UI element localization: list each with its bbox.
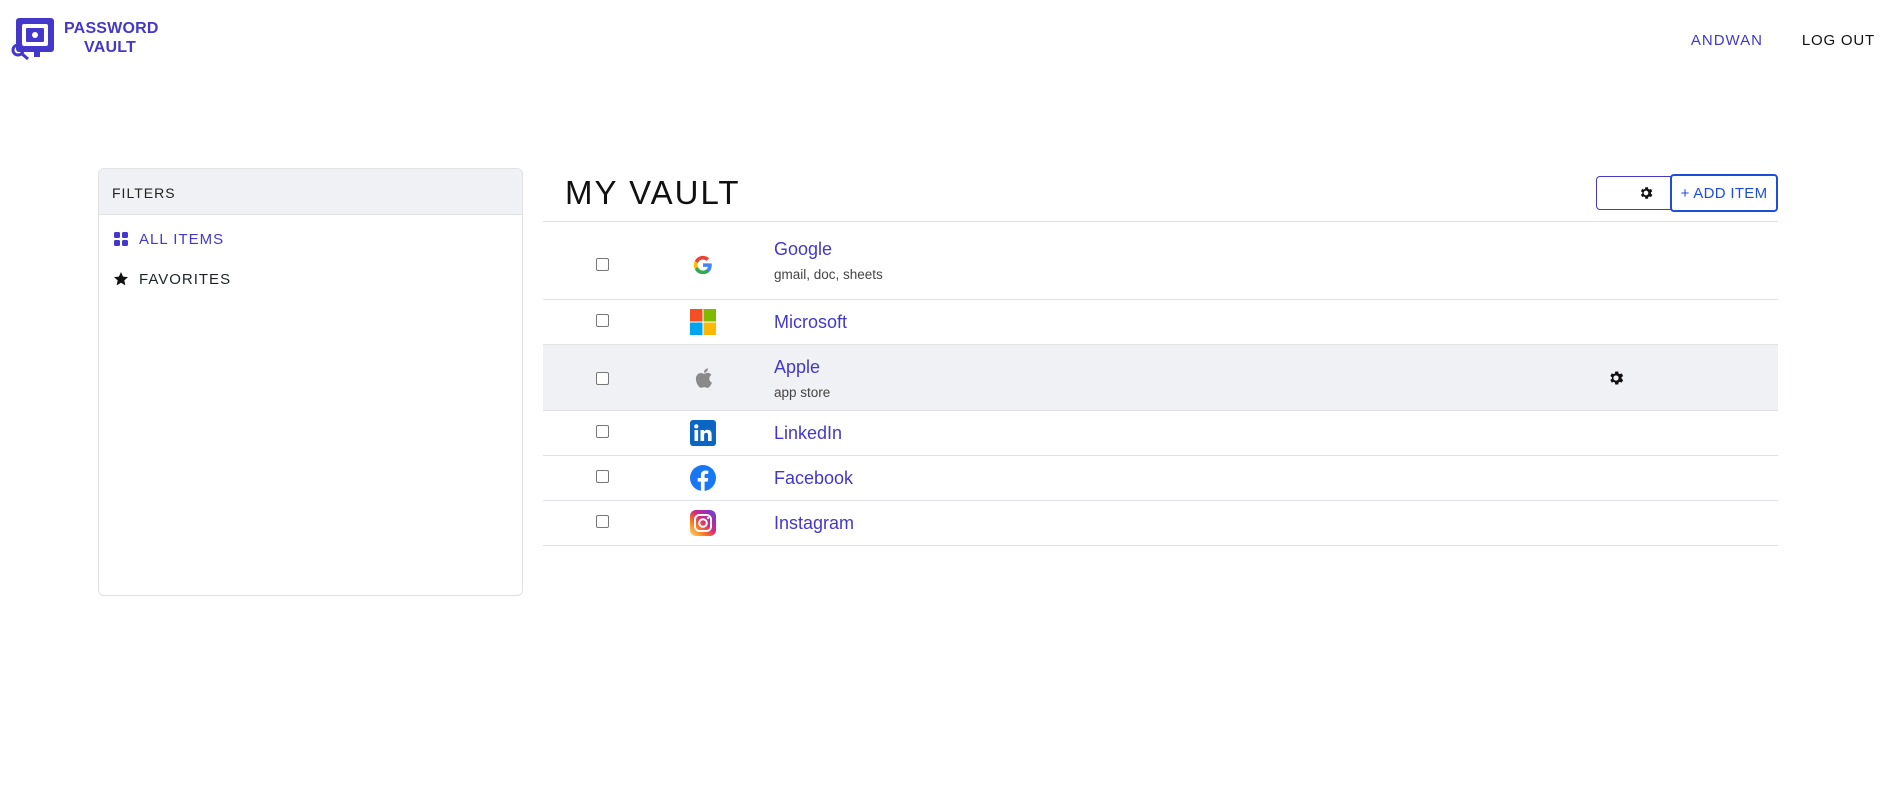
row-checkbox[interactable] [596,258,609,271]
item-name[interactable]: LinkedIn [774,423,842,444]
vault-logo-icon [11,18,54,60]
item-name[interactable]: Apple [774,357,820,378]
top-navbar: PASSWORD VAULT ANDWAN LOG OUT [0,0,1893,80]
instagram-logo-icon [690,510,716,536]
item-name[interactable]: Facebook [774,468,853,489]
logo-text: PASSWORD VAULT [64,19,159,57]
filter-favorites[interactable]: FAVORITES [99,259,522,299]
filters-sidebar: FILTERS ALL ITEMS FAVORITES [98,168,523,596]
page-title: MY VAULT [565,174,741,211]
vault-row-microsoft[interactable]: Microsoft [543,300,1778,345]
row-checkbox[interactable] [596,314,609,327]
item-name[interactable]: Microsoft [774,312,847,333]
vault-item-list: Google gmail, doc, sheets Microsoft Appl… [543,222,1778,546]
facebook-logo-icon [690,465,716,491]
row-checkbox[interactable] [596,425,609,438]
item-subtitle: app store [774,385,831,400]
vault-row-google[interactable]: Google gmail, doc, sheets [543,222,1778,300]
apple-logo-icon [690,365,716,391]
logo-line1: PASSWORD [64,20,159,37]
star-icon [114,272,128,286]
vault-row-facebook[interactable]: Facebook [543,456,1778,501]
vault-row-apple[interactable]: Apple app store [543,345,1778,411]
row-checkbox[interactable] [596,372,609,385]
add-item-button[interactable]: + ADD ITEM [1670,174,1778,212]
vault-row-instagram[interactable]: Instagram [543,501,1778,546]
linkedin-logo-icon [690,420,716,446]
filters-title: FILTERS [99,169,522,215]
user-account-link[interactable]: ANDWAN [1691,32,1763,49]
google-logo-icon [690,252,716,278]
filter-all-items[interactable]: ALL ITEMS [99,219,522,259]
grid-icon [114,232,128,246]
logo-line2: VAULT [84,39,136,56]
vault-row-linkedin[interactable]: LinkedIn [543,411,1778,456]
logout-link[interactable]: LOG OUT [1802,32,1875,49]
gear-icon [1640,187,1653,199]
item-name[interactable]: Google [774,239,832,260]
microsoft-logo-icon [690,309,716,335]
item-name[interactable]: Instagram [774,513,854,534]
item-settings-gear-icon[interactable] [1607,369,1625,387]
app-logo[interactable]: PASSWORD VAULT [10,16,159,60]
row-checkbox[interactable] [596,515,609,528]
row-checkbox[interactable] [596,470,609,483]
filter-all-items-label: ALL ITEMS [139,230,225,248]
filter-favorites-label: FAVORITES [139,270,232,288]
item-subtitle: gmail, doc, sheets [774,267,883,282]
